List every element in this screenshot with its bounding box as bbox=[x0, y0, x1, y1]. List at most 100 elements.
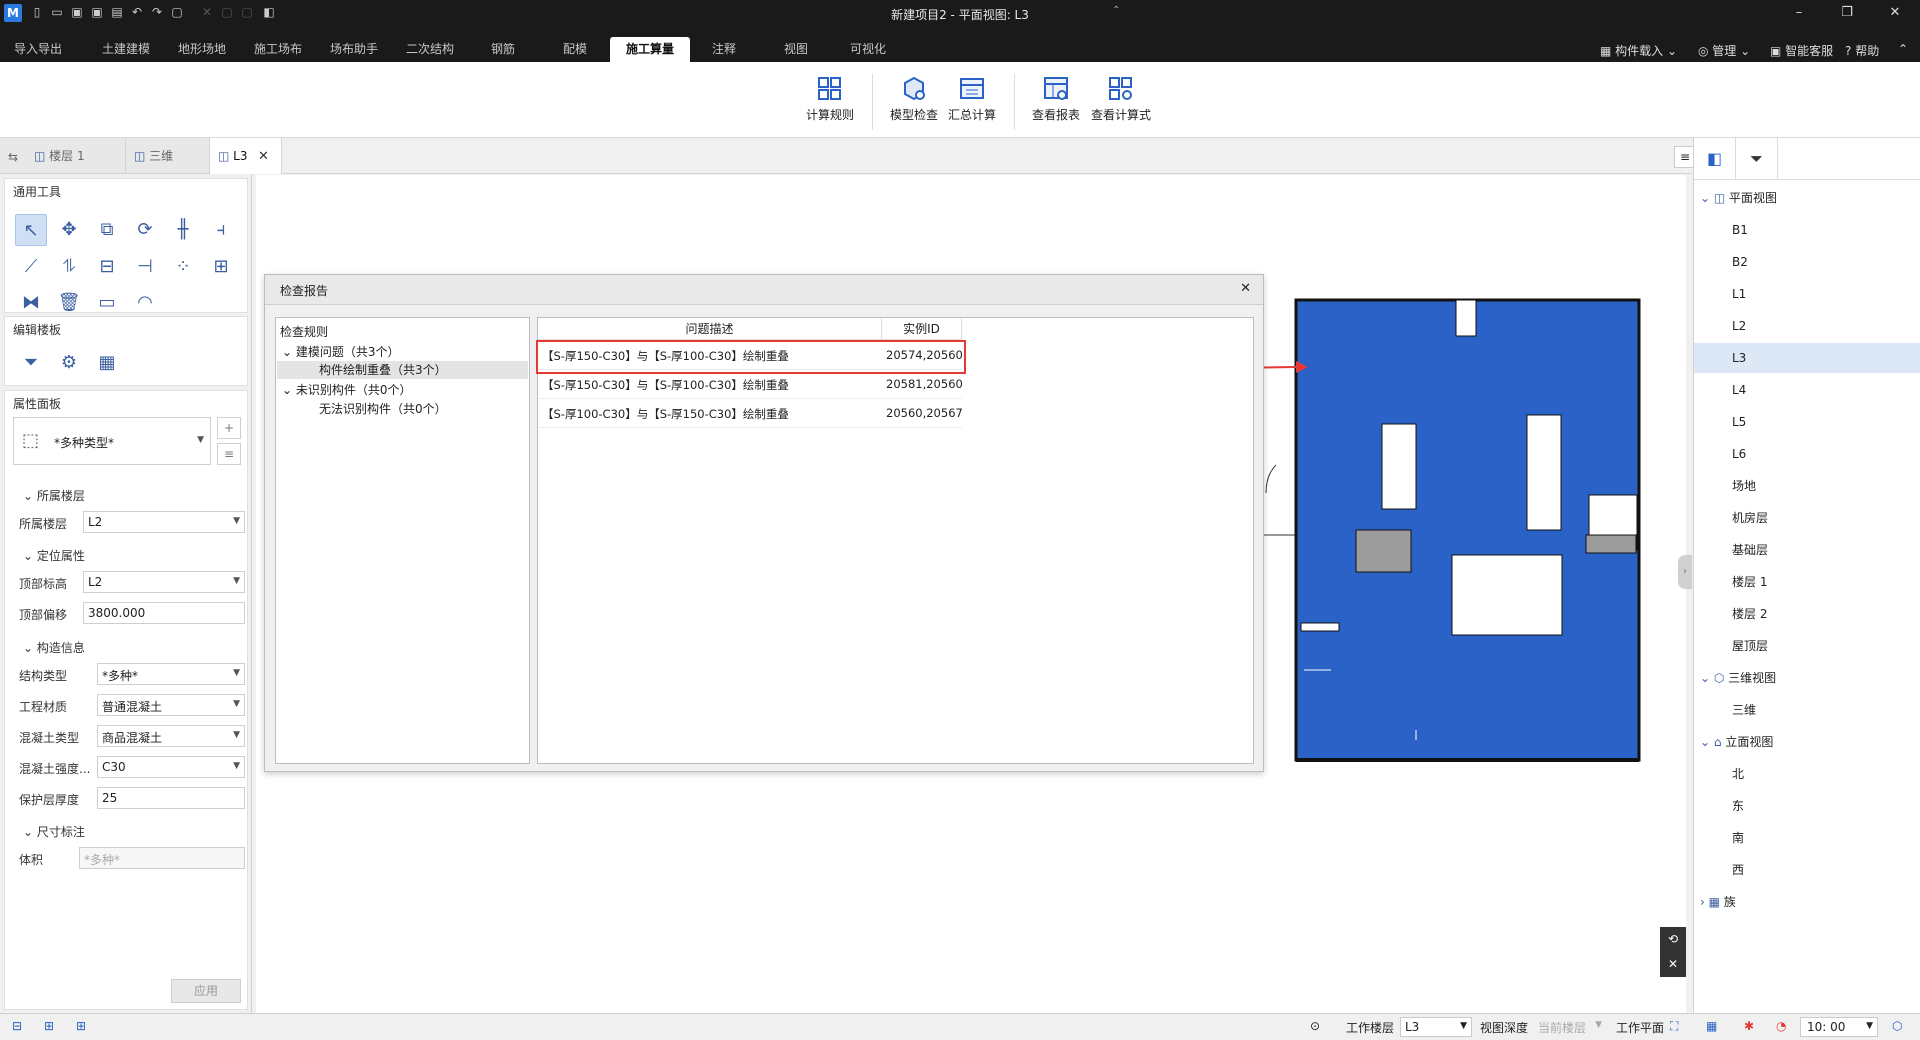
support-menu[interactable]: ▣ 智能客服 bbox=[1770, 42, 1833, 59]
copy-tool-icon[interactable]: ⧉ bbox=[91, 214, 123, 246]
tree-item-floor[interactable]: L3 bbox=[1694, 343, 1920, 373]
concrete-type-select[interactable]: 商品混凝土 ▼ bbox=[97, 725, 245, 747]
top-offset-input[interactable]: 3800.000 bbox=[83, 602, 245, 624]
slab-settings-icon[interactable]: ⚙ bbox=[53, 347, 85, 379]
extend-icon[interactable]: ⊟ bbox=[91, 251, 123, 283]
tab-view[interactable]: 视图 bbox=[764, 37, 828, 62]
tab-list-icon[interactable]: ⇆ bbox=[8, 150, 18, 164]
tree-item-3d[interactable]: 三维 bbox=[1694, 695, 1920, 725]
material-select[interactable]: 普通混凝土 ▼ bbox=[97, 694, 245, 716]
isolate-icon[interactable]: ◔ bbox=[1776, 1019, 1786, 1033]
tree-item-floor[interactable]: 屋顶层 bbox=[1694, 631, 1920, 661]
type-selector[interactable]: ⬚ *多种类型* ▼ bbox=[13, 417, 211, 465]
close-window-icon[interactable]: ✕ bbox=[1884, 3, 1906, 23]
help-menu[interactable]: ? 帮助 bbox=[1845, 42, 1879, 59]
cover-input[interactable]: 25 bbox=[97, 787, 245, 809]
panel-layout-icon[interactable]: ◧ bbox=[1694, 138, 1736, 180]
offset-icon[interactable]: ⥮ bbox=[53, 251, 85, 283]
calc-rules-button[interactable]: 计算规则 bbox=[798, 76, 862, 123]
type-list-icon[interactable]: ≡ bbox=[217, 443, 241, 465]
minimize-icon[interactable]: – bbox=[1788, 3, 1810, 23]
work-plane-icon[interactable]: ⛶ bbox=[1670, 1019, 1678, 1034]
break-icon[interactable]: ⊣ bbox=[129, 251, 161, 283]
floor-select[interactable]: L2 ▼ bbox=[83, 511, 245, 533]
doc-tab-l3[interactable]: ◫ L3 bbox=[210, 138, 282, 174]
layout-single-icon[interactable]: ⊟ bbox=[12, 1019, 22, 1033]
delete-icon[interactable]: 🗑 bbox=[53, 287, 85, 319]
tab-civil-modeling[interactable]: 土建建模 bbox=[88, 37, 164, 62]
tree-item-floor[interactable]: L4 bbox=[1694, 375, 1920, 405]
maximize-icon[interactable]: ❐ bbox=[1836, 3, 1858, 23]
tab-visualization[interactable]: 可视化 bbox=[836, 37, 900, 62]
filter-icon[interactable]: ⏷ bbox=[1736, 138, 1778, 180]
tab-quantity[interactable]: 施工算量 bbox=[610, 37, 690, 62]
collapse-ribbon-icon[interactable]: ⌃ bbox=[1898, 42, 1908, 56]
filter-icon[interactable]: ⏷ bbox=[15, 347, 47, 379]
table-row[interactable]: 【S-厚150-C30】与【S-厚100-C30】绘制重叠 20581,2056… bbox=[538, 371, 963, 399]
tree-item-floor[interactable]: L5 bbox=[1694, 407, 1920, 437]
tab-terrain[interactable]: 地形场地 bbox=[166, 37, 238, 62]
tree-3d-views[interactable]: ⌄ ⬡ 三维视图 bbox=[1694, 663, 1920, 693]
rotate-icon[interactable]: ⟳ bbox=[129, 214, 161, 246]
select-pointer-icon[interactable]: ↖ bbox=[15, 214, 47, 246]
tree-node-modeling[interactable]: ⌄ 建模问题（共3个） bbox=[282, 343, 400, 360]
tree-item-floor[interactable]: L1 bbox=[1694, 279, 1920, 309]
view-report-button[interactable]: 查看报表 bbox=[1024, 76, 1088, 123]
manage-menu[interactable]: ◎ 管理 ⌄ bbox=[1698, 42, 1750, 59]
view-formula-button[interactable]: 查看计算式 bbox=[1086, 76, 1156, 123]
struct-type-select[interactable]: *多种* ▼ bbox=[97, 663, 245, 685]
tab-annotation[interactable]: 注释 bbox=[694, 37, 754, 62]
group-dimension[interactable]: ⌄ 尺寸标注 bbox=[23, 823, 85, 840]
split-icon[interactable]: ⫞ bbox=[205, 214, 237, 246]
zoom-fit-icon[interactable]: ⊙ bbox=[1310, 1019, 1320, 1033]
close-view-icon[interactable]: ✕ bbox=[1660, 952, 1686, 977]
tree-item-floor[interactable]: 基础层 bbox=[1694, 535, 1920, 565]
expand-right-icon[interactable]: › bbox=[1678, 555, 1692, 589]
doc-tab-floor1[interactable]: ◫ 楼层 1 bbox=[26, 138, 126, 174]
layout-grid-icon[interactable]: ⊞ bbox=[76, 1019, 86, 1033]
align-icon[interactable]: ╫ bbox=[167, 214, 199, 246]
tree-item-elevation[interactable]: 东 bbox=[1694, 791, 1920, 821]
tree-node-overlap[interactable]: 构件绘制重叠（共3个） bbox=[277, 361, 528, 379]
group-floor[interactable]: ⌄ 所属楼层 bbox=[23, 487, 85, 504]
slab-edit-icon[interactable]: ▦ bbox=[91, 347, 123, 379]
tree-node-unrecognized[interactable]: ⌄ 未识别构件（共0个） bbox=[282, 381, 412, 398]
tree-plan-views[interactable]: ⌄ ◫ 平面视图 bbox=[1694, 183, 1920, 213]
group-icon[interactable]: ⊞ bbox=[205, 251, 237, 283]
tab-layout-assistant[interactable]: 场布助手 bbox=[318, 37, 390, 62]
model-check-button[interactable]: 模型检查 bbox=[882, 76, 946, 123]
tree-item-floor[interactable]: 楼层 1 bbox=[1694, 567, 1920, 597]
tree-item-floor[interactable]: B1 bbox=[1694, 215, 1920, 245]
close-tab-icon[interactable]: ✕ bbox=[258, 149, 269, 164]
move-icon[interactable]: ✥ bbox=[53, 214, 85, 246]
tree-elevation-views[interactable]: ⌄ ⌂ 立面视图 bbox=[1694, 727, 1920, 757]
array-icon[interactable]: ⁘ bbox=[167, 251, 199, 283]
layout-split-icon[interactable]: ⊞ bbox=[44, 1019, 54, 1033]
title-dropdown-icon[interactable]: ⌃ bbox=[1112, 5, 1120, 16]
zoom-select[interactable]: 10: 00 ▼ bbox=[1800, 1017, 1878, 1037]
tab-formwork[interactable]: 配模 bbox=[540, 37, 610, 62]
summary-calc-button[interactable]: 汇总计算 bbox=[940, 76, 1004, 123]
tree-item-elevation[interactable]: 南 bbox=[1694, 823, 1920, 853]
tab-import-export[interactable]: 导入导出 bbox=[0, 37, 76, 62]
tree-item-elevation[interactable]: 北 bbox=[1694, 759, 1920, 789]
tree-family[interactable]: › ▦ 族 bbox=[1694, 887, 1920, 917]
component-load-menu[interactable]: ▦ 构件载入 ⌄ bbox=[1600, 42, 1677, 59]
tree-node-unidentifiable[interactable]: 无法识别构件（共0个） bbox=[319, 400, 447, 417]
group-position[interactable]: ⌄ 定位属性 bbox=[23, 547, 85, 564]
tree-item-floor[interactable]: L2 bbox=[1694, 311, 1920, 341]
add-type-icon[interactable]: + bbox=[217, 417, 241, 439]
angle-icon[interactable]: ◠ bbox=[129, 287, 161, 319]
top-level-select[interactable]: L2 ▼ bbox=[83, 571, 245, 593]
measure-icon[interactable]: ▭ bbox=[91, 287, 123, 319]
display-icon[interactable]: ▦ bbox=[1706, 1019, 1717, 1033]
tab-site-layout[interactable]: 施工场布 bbox=[242, 37, 314, 62]
cube-icon[interactable]: ⬡ bbox=[1892, 1019, 1902, 1033]
apply-button[interactable]: 应用 bbox=[171, 979, 241, 1003]
work-floor-select[interactable]: L3 ▼ bbox=[1400, 1017, 1472, 1037]
view-depth-select[interactable]: 当前楼层 ▼ bbox=[1534, 1017, 1606, 1037]
mirror-icon[interactable]: ⧓ bbox=[15, 287, 47, 319]
tree-item-floor[interactable]: 楼层 2 bbox=[1694, 599, 1920, 629]
tree-item-floor[interactable]: L6 bbox=[1694, 439, 1920, 469]
doc-tab-3d[interactable]: ◫ 三维 bbox=[126, 138, 210, 174]
